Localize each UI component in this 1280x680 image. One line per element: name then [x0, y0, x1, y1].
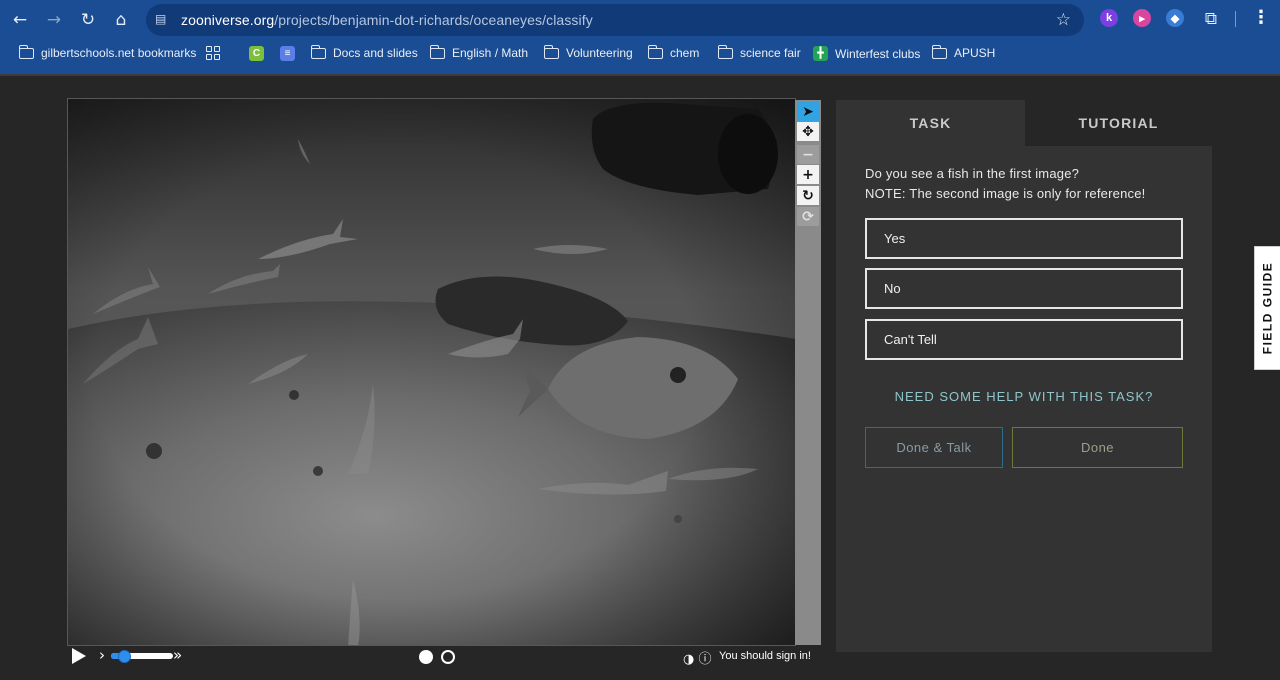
bookmark-english-math[interactable]: English / Math — [429, 44, 529, 60]
subject-image[interactable] — [67, 98, 796, 646]
bookmark-label: Winterfest clubs — [835, 46, 921, 61]
frame-dot-2[interactable] — [441, 650, 455, 664]
frame-dot-1[interactable] — [419, 650, 433, 664]
bookmark-star-icon[interactable]: ☆ — [1056, 10, 1071, 30]
bookmark-label: English / Math — [452, 46, 529, 60]
answer-yes[interactable]: Yes — [865, 218, 1183, 259]
bookmark-c-app[interactable]: C — [249, 46, 264, 61]
site-info-icon[interactable]: ▤ — [155, 13, 169, 25]
pointer-tool-icon[interactable]: ➤ — [797, 102, 819, 121]
url-host: zooniverse.org — [181, 12, 275, 28]
url-path: /projects/benjamin-dot-richards/oceaneye… — [274, 12, 593, 28]
step-chevron-icon[interactable]: › — [99, 646, 105, 664]
play-icon[interactable] — [72, 648, 86, 664]
bookmark-managed[interactable]: gilbertschools.net bookmarks — [18, 44, 197, 60]
speed-slider-knob[interactable] — [118, 650, 131, 663]
c-app-icon: C — [249, 46, 264, 61]
apps-grid-icon — [206, 46, 220, 60]
bookmark-volunteering[interactable]: Volunteering — [543, 44, 633, 60]
folder-icon — [647, 44, 663, 59]
toolbar-divider — [1235, 11, 1236, 27]
bookmark-striped-app[interactable]: ≡ — [280, 46, 295, 61]
fast-forward-icon[interactable]: » — [173, 646, 182, 664]
extension-icon[interactable]: ◆ — [1166, 9, 1184, 27]
zoom-out-icon[interactable]: − — [797, 145, 819, 164]
bookmarks-bar: gilbertschools.net bookmarks C ≡ Docs an… — [0, 40, 1280, 68]
home-icon[interactable]: ⌂ — [107, 6, 135, 34]
underwater-camera-image — [68, 99, 795, 645]
address-bar[interactable]: ▤ zooniverse.org/projects/benjamin-dot-r… — [146, 4, 1084, 36]
question-note: NOTE: The second image is only for refer… — [865, 186, 1146, 201]
tab-task[interactable]: TASK — [836, 100, 1025, 146]
frame-controls: › » ◑ ⓘ You should sign in! — [67, 646, 823, 668]
back-arrow-icon[interactable]: ← — [6, 6, 34, 34]
extensions-puzzle-icon[interactable]: ⧉ — [1197, 5, 1225, 33]
answer-no[interactable]: No — [865, 268, 1183, 309]
field-guide-label: FIELD GUIDE — [1260, 261, 1275, 355]
bookmark-label: Volunteering — [566, 46, 633, 60]
url-text[interactable]: zooniverse.org/projects/benjamin-dot-ric… — [181, 12, 593, 28]
folder-icon — [931, 44, 947, 59]
tab-tutorial[interactable]: TUTORIAL — [1025, 100, 1212, 146]
contrast-info-icons[interactable]: ◑ ⓘ — [683, 648, 711, 667]
bookmark-label: chem — [670, 46, 700, 60]
bookmark-docs-slides[interactable]: Docs and slides — [310, 44, 418, 60]
bookmark-label: gilbertschools.net bookmarks — [41, 46, 197, 60]
managed-folder-icon — [18, 44, 34, 59]
bookmark-label: Docs and slides — [333, 46, 418, 60]
bookmark-apps[interactable] — [206, 46, 220, 60]
help-link[interactable]: NEED SOME HELP WITH THIS TASK? — [836, 389, 1212, 404]
done-button[interactable]: Done — [1012, 427, 1183, 468]
pan-move-icon[interactable]: ✥ — [797, 122, 819, 141]
bookmark-label: science fair — [740, 46, 801, 60]
viewer-toolbar: ➤ ✥ − + ↻ ⟳ — [795, 100, 821, 645]
kami-extension-icon[interactable]: k — [1100, 9, 1118, 27]
task-panel: TASK TUTORIAL Do you see a fish in the f… — [836, 100, 1212, 652]
striped-app-icon: ≡ — [280, 46, 295, 61]
screen-recorder-extension-icon[interactable]: ▸ — [1133, 9, 1151, 27]
bookmark-apush[interactable]: APUSH — [931, 44, 996, 60]
reset-view-icon[interactable]: ⟳ — [797, 207, 819, 226]
field-guide-tab[interactable]: FIELD GUIDE — [1254, 246, 1280, 370]
question-text: Do you see a fish in the first image? — [865, 166, 1080, 181]
zoom-in-icon[interactable]: + — [797, 165, 819, 184]
bookmark-label: APUSH — [954, 46, 996, 60]
folder-icon — [543, 44, 559, 59]
forward-arrow-icon[interactable]: → — [40, 6, 68, 34]
folder-icon — [717, 44, 733, 59]
reload-icon[interactable]: ↻ — [74, 6, 102, 34]
rotate-icon[interactable]: ↻ — [797, 186, 819, 205]
browser-menu-icon[interactable]: ⋮ — [1252, 7, 1270, 28]
task-question: Do you see a fish in the first image? NO… — [865, 164, 1145, 204]
folder-icon — [310, 44, 326, 59]
bookmark-science-fair[interactable]: science fair — [717, 44, 801, 60]
done-and-talk-button[interactable]: Done & Talk — [865, 427, 1003, 468]
folder-icon — [429, 44, 445, 59]
bookmark-chem[interactable]: chem — [647, 44, 700, 60]
signin-notice: You should sign in! — [719, 650, 811, 662]
browser-toolbar: ← → ↻ ⌂ ▤ zooniverse.org/projects/benjam… — [0, 0, 1280, 74]
extension-letter: k — [1105, 12, 1113, 24]
chrome-edge — [0, 74, 1280, 76]
bookmark-winterfest[interactable]: ╋ Winterfest clubs — [813, 46, 920, 61]
sheets-icon: ╋ — [813, 46, 828, 61]
answer-cant-tell[interactable]: Can't Tell — [865, 319, 1183, 360]
